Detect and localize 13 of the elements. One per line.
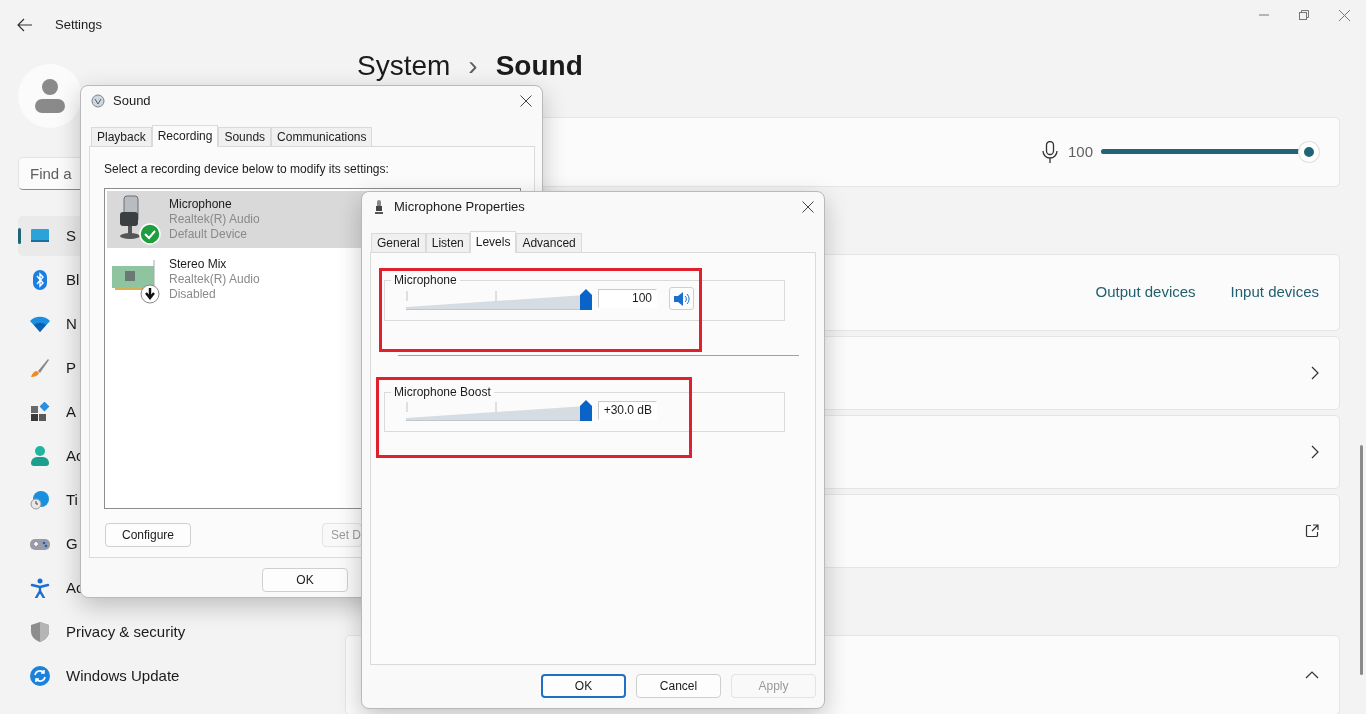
group-label: Microphone [393,273,458,287]
device-driver: Realtek(R) Audio [169,212,260,227]
device-status: Disabled [169,287,217,302]
device-name: Microphone [169,197,233,212]
dialog-title: Sound [113,92,151,111]
device-status: Default Device [169,227,249,242]
breadcrumb-separator: › [468,50,478,82]
page-title: Sound [495,50,583,82]
device-driver: Realtek(R) Audio [169,272,260,287]
volume-value: 100 [1067,141,1093,162]
group-label: Microphone Boost [393,385,492,399]
device-name: Stereo Mix [169,257,228,272]
window-title: Settings [55,16,102,35]
